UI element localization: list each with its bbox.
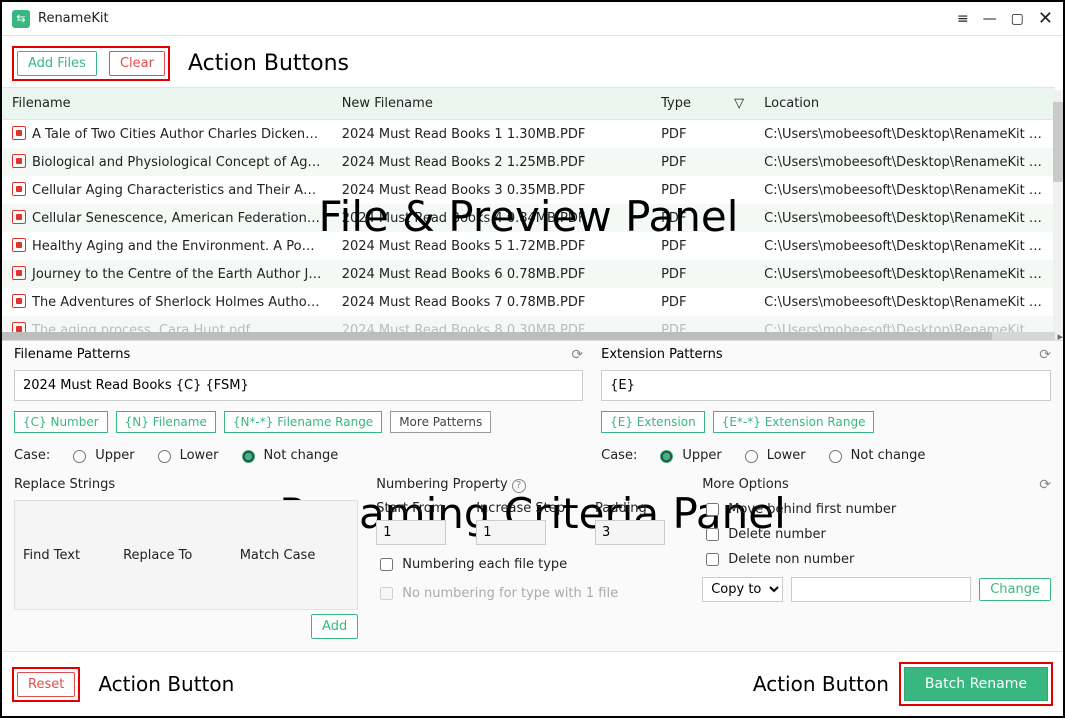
- clear-button[interactable]: Clear: [109, 51, 165, 76]
- horizontal-scrollbar[interactable]: ▸: [2, 332, 1055, 340]
- action-buttons-highlight: Add Files Clear: [12, 46, 170, 81]
- replace-title: Replace Strings: [14, 477, 358, 492]
- padding-input[interactable]: [595, 520, 665, 545]
- refresh-icon[interactable]: ⟳: [1039, 477, 1051, 493]
- app-icon: [12, 10, 30, 28]
- ext-case-lower[interactable]: Lower: [740, 447, 806, 463]
- maximize-icon[interactable]: ▢: [1011, 11, 1024, 27]
- titlebar: RenameKit ≡ — ▢ ✕: [2, 2, 1063, 36]
- replace-strings-panel: Replace Strings Find Text Replace To Mat…: [14, 477, 358, 639]
- table-row[interactable]: Healthy Aging and the Environment. A Poc…: [2, 232, 1055, 260]
- table-row[interactable]: Cellular Aging Characteristics and Their…: [2, 176, 1055, 204]
- table-row[interactable]: Cellular Senescence, American Federation…: [2, 204, 1055, 232]
- copy-to-select[interactable]: Copy to: [702, 577, 783, 602]
- chip-n-filename[interactable]: {N} Filename: [116, 411, 216, 433]
- table-row[interactable]: Biological and Physiological Concept of …: [2, 148, 1055, 176]
- footer: Reset Action Button Action Button Batch …: [2, 651, 1063, 716]
- file-table: Filename New Filename Type ▽ Location: [2, 88, 1055, 120]
- batch-rename-button[interactable]: Batch Rename: [904, 667, 1048, 701]
- increase-step-label: Increase Step: [476, 501, 565, 516]
- change-button[interactable]: Change: [979, 578, 1051, 601]
- no-numbering-single[interactable]: No numbering for type with 1 file: [376, 584, 684, 603]
- pdf-icon: [12, 182, 26, 196]
- file-table-wrap: Filename New Filename Type ▽ Location A T…: [2, 87, 1055, 340]
- pdf-icon: [12, 238, 26, 252]
- vertical-scrollbar[interactable]: [1053, 90, 1063, 340]
- case-not-change[interactable]: Not change: [237, 447, 339, 463]
- minimize-icon[interactable]: —: [983, 11, 997, 27]
- refresh-icon[interactable]: ⟳: [1039, 347, 1051, 363]
- numbering-each-type[interactable]: Numbering each file type: [376, 555, 684, 574]
- case-upper[interactable]: Upper: [68, 447, 134, 463]
- batch-highlight: Batch Rename: [899, 662, 1053, 706]
- extension-patterns-title: Extension Patterns: [601, 347, 1051, 362]
- numbering-panel: Numbering Property? Start From Increase …: [376, 477, 684, 639]
- ext-case-not-change[interactable]: Not change: [824, 447, 926, 463]
- pdf-icon: [12, 294, 26, 308]
- pdf-icon: [12, 322, 26, 332]
- case-lower[interactable]: Lower: [153, 447, 219, 463]
- help-icon[interactable]: ?: [512, 479, 526, 493]
- col-new-filename[interactable]: New Filename: [332, 88, 651, 120]
- add-files-button[interactable]: Add Files: [17, 51, 97, 76]
- criteria-area: Renaming Criteria Panel ⟳ Filename Patte…: [2, 340, 1063, 651]
- table-row[interactable]: The aging process, Cara Hunt.pdf2024 Mus…: [2, 316, 1055, 332]
- chip-n-range[interactable]: {N*-*} Filename Range: [224, 411, 382, 433]
- padding-label: Padding: [595, 501, 665, 516]
- pdf-icon: [12, 210, 26, 224]
- extension-patterns-panel: ⟳ Extension Patterns {E} Extension {E*-*…: [601, 347, 1051, 463]
- delete-number[interactable]: Delete number: [702, 525, 1051, 544]
- table-row[interactable]: Journey to the Centre of the Earth Autho…: [2, 260, 1055, 288]
- pdf-icon: [12, 154, 26, 168]
- ext-case-upper[interactable]: Upper: [655, 447, 721, 463]
- more-options-panel: ⟳ More Options Move behind first number …: [702, 477, 1051, 639]
- filename-pattern-input[interactable]: [14, 370, 583, 401]
- replace-table: Find Text Replace To Match Case: [14, 500, 358, 610]
- refresh-icon[interactable]: ⟳: [571, 347, 583, 363]
- action-buttons-label: Action Buttons: [188, 51, 349, 76]
- pdf-icon: [12, 126, 26, 140]
- reset-highlight: Reset: [12, 667, 80, 702]
- filename-patterns-title: Filename Patterns: [14, 347, 583, 362]
- col-location[interactable]: Location: [754, 88, 1055, 120]
- chip-c-number[interactable]: {C} Number: [14, 411, 108, 433]
- window-buttons: ≡ — ▢ ✕: [957, 8, 1053, 29]
- delete-non-number[interactable]: Delete non number: [702, 550, 1051, 569]
- extension-pattern-input[interactable]: [601, 370, 1051, 401]
- pdf-icon: [12, 266, 26, 280]
- table-row[interactable]: A Tale of Two Cities Author Charles Dick…: [2, 120, 1055, 148]
- menu-icon[interactable]: ≡: [957, 11, 969, 27]
- numbering-title: Numbering Property?: [376, 477, 684, 493]
- ext-case-label: Case:: [601, 448, 637, 463]
- col-type[interactable]: Type ▽: [651, 88, 754, 120]
- start-from-label: Start From: [376, 501, 446, 516]
- case-label: Case:: [14, 448, 50, 463]
- replace-col-find[interactable]: Find Text: [15, 501, 116, 610]
- filename-patterns-panel: ⟳ Filename Patterns {C} Number {N} Filen…: [14, 347, 583, 463]
- batch-section-label: Action Button: [753, 672, 889, 696]
- copy-to-path[interactable]: [791, 577, 971, 602]
- chip-more-patterns[interactable]: More Patterns: [390, 411, 491, 433]
- close-icon[interactable]: ✕: [1038, 8, 1053, 29]
- move-behind-first-number[interactable]: Move behind first number: [702, 500, 1051, 519]
- table-row[interactable]: The Adventures of Sherlock Holmes Author…: [2, 288, 1055, 316]
- replace-col-match[interactable]: Match Case: [232, 501, 358, 610]
- col-type-label: Type: [661, 96, 691, 111]
- reset-section-label: Action Button: [98, 672, 234, 696]
- col-filename[interactable]: Filename: [2, 88, 332, 120]
- start-from-input[interactable]: [376, 520, 446, 545]
- replace-col-to[interactable]: Replace To: [115, 501, 232, 610]
- top-toolbar: Add Files Clear Action Buttons: [2, 36, 1063, 87]
- chip-e-extension[interactable]: {E} Extension: [601, 411, 705, 433]
- filter-icon[interactable]: ▽: [734, 96, 744, 111]
- replace-add-button[interactable]: Add: [311, 614, 358, 639]
- more-options-title: More Options: [702, 477, 1051, 492]
- chip-e-range[interactable]: {E*-*} Extension Range: [713, 411, 875, 433]
- app-title: RenameKit: [38, 11, 957, 26]
- reset-button[interactable]: Reset: [17, 672, 75, 697]
- increase-step-input[interactable]: [476, 520, 546, 545]
